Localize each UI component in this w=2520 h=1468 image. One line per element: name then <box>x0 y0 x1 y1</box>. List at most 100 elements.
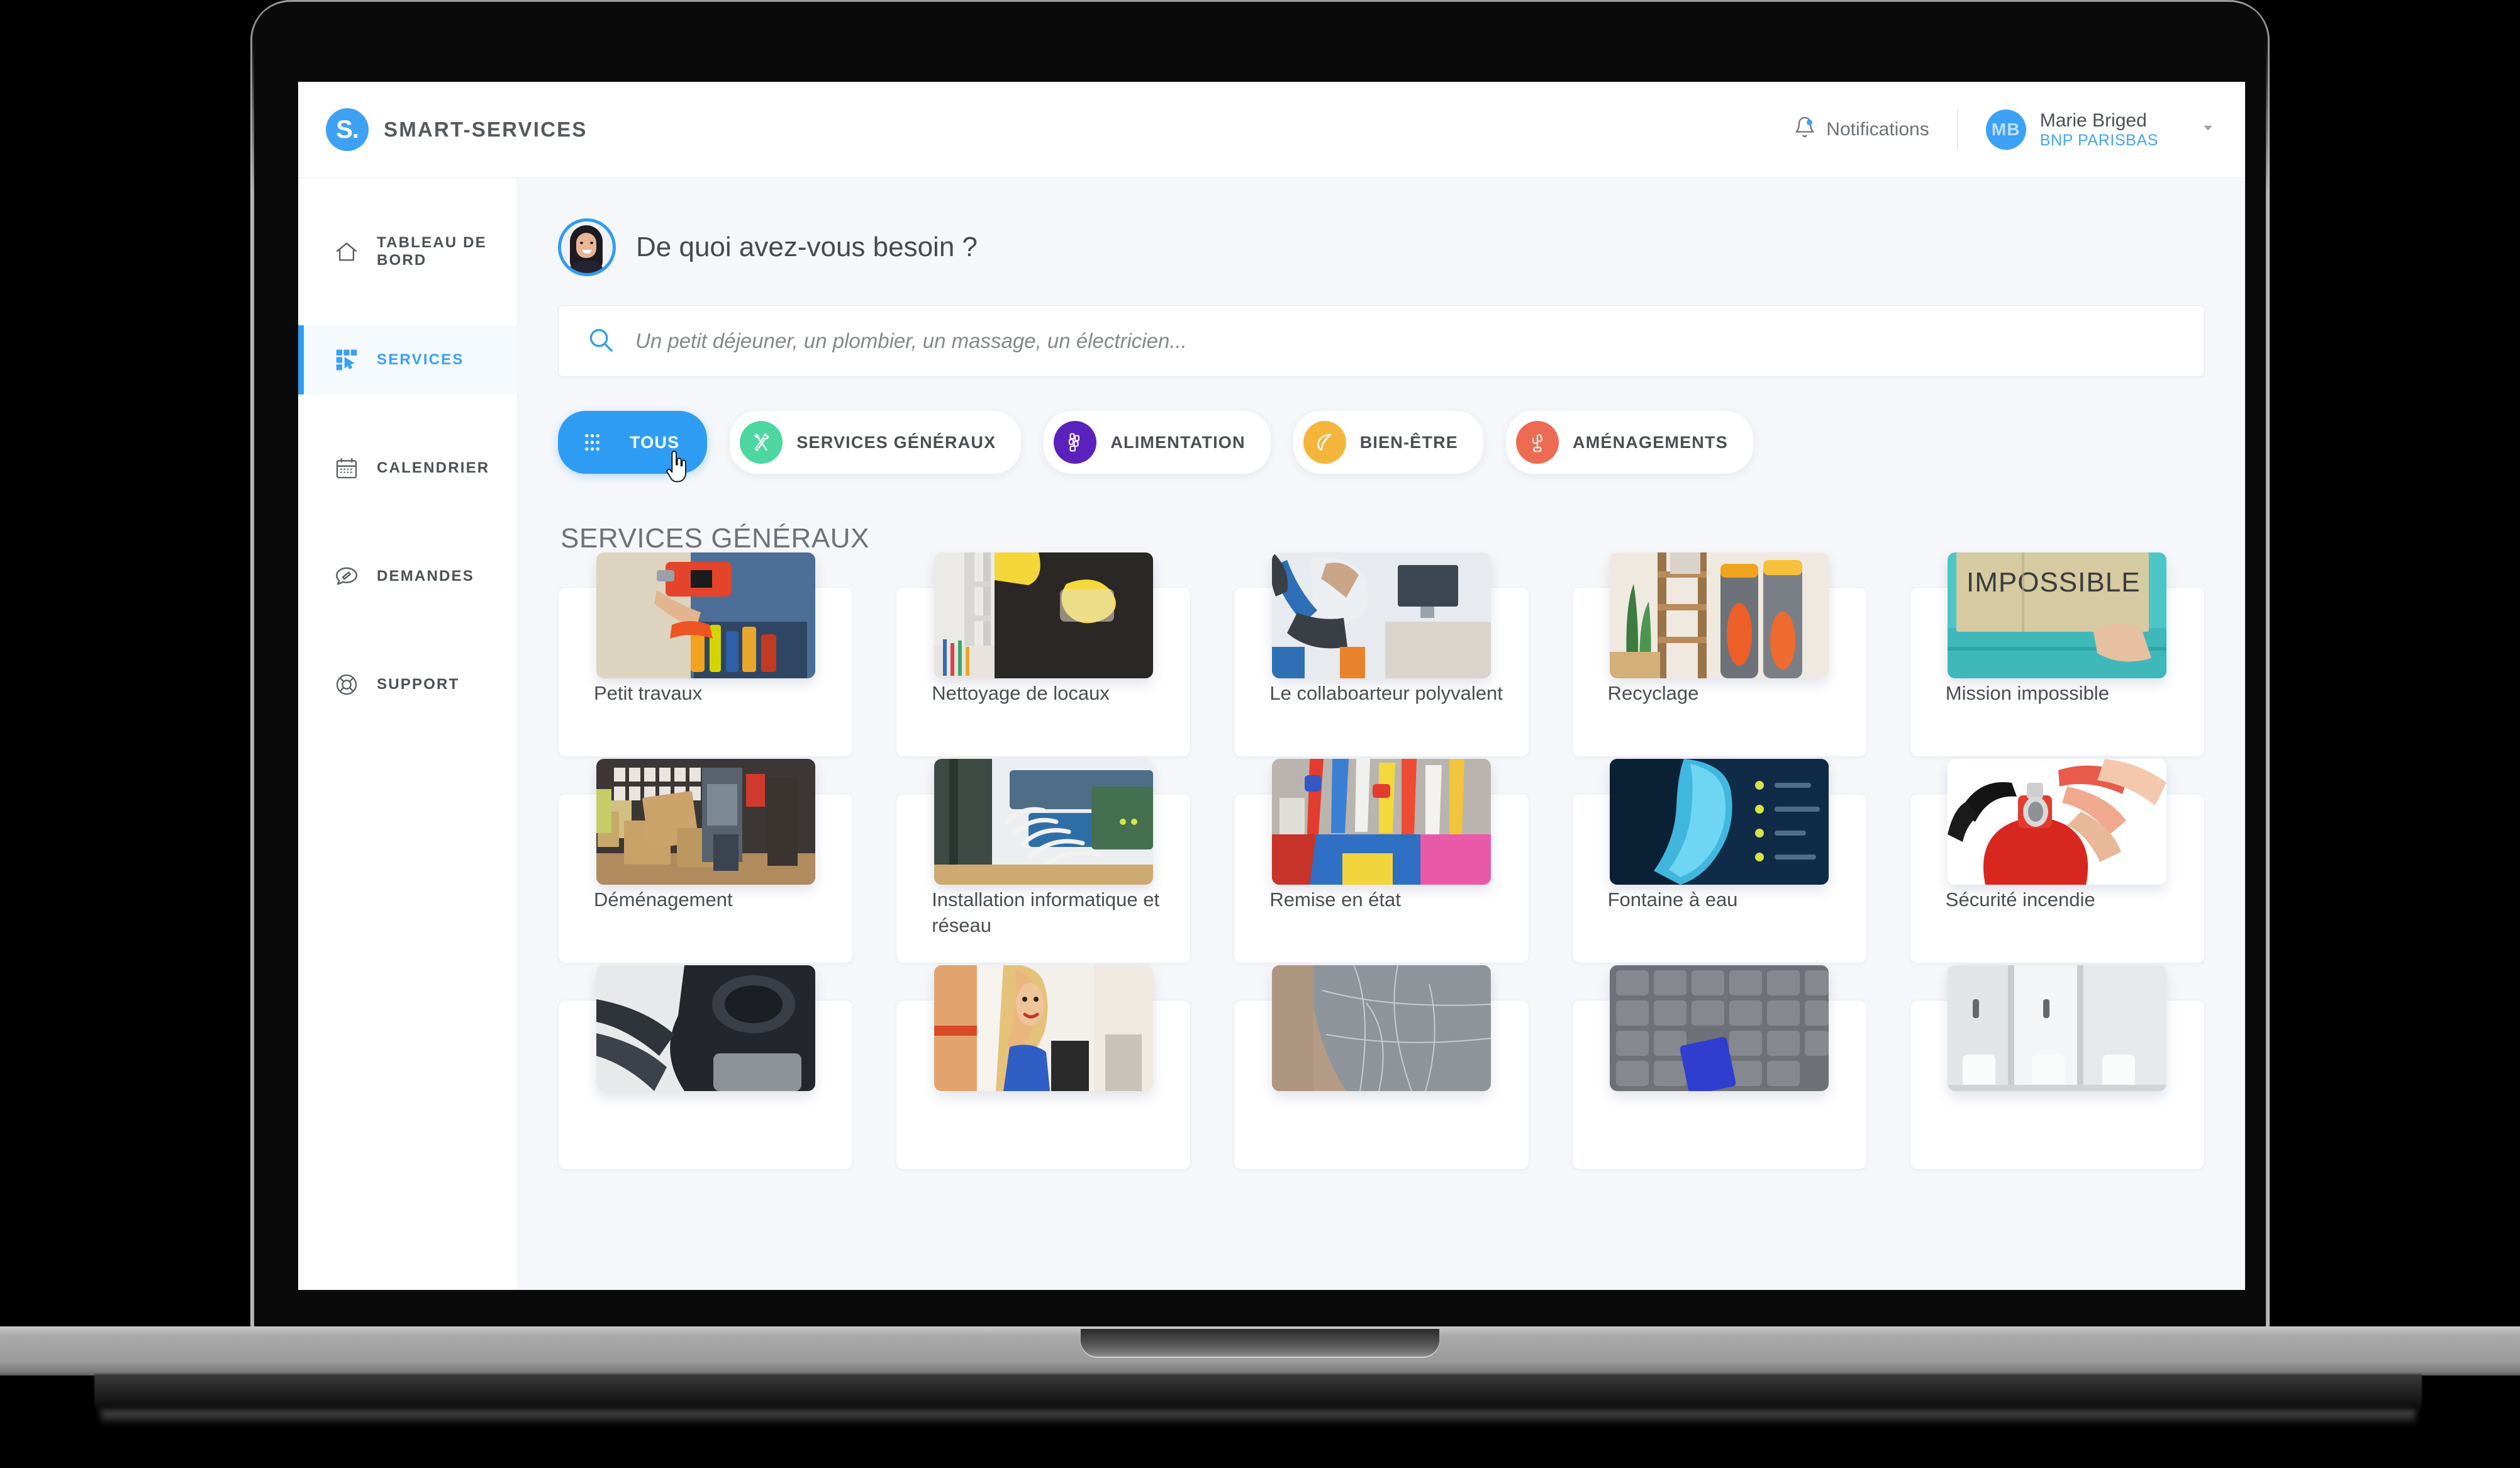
bell-icon <box>1793 116 1816 143</box>
category-label: TOUS <box>630 432 680 452</box>
sidebar-item-label: CALENDRIER <box>377 459 490 476</box>
service-card[interactable] <box>1909 965 2205 1170</box>
service-card[interactable] <box>1571 965 1867 1170</box>
service-thumbnail <box>1271 965 1491 1091</box>
sidebar: TABLEAU DE BORD SERVICES CALENDRIER DEMA… <box>298 178 518 1290</box>
service-thumbnail <box>1610 759 1829 885</box>
service-card-grid-partial <box>558 965 2205 1170</box>
service-card[interactable] <box>558 965 854 1170</box>
service-thumbnail <box>1610 552 1829 678</box>
category-filter-row: TOUS SERVICES GÉNÉRAUX ALIMENTATION BIEN… <box>558 411 2205 483</box>
sidebar-item-tableau-de-bord[interactable]: TABLEAU DE BORD <box>298 217 517 286</box>
service-card-grid: Déménagement Installation informatique e… <box>558 759 2205 963</box>
notifications-label: Notifications <box>1826 119 1929 140</box>
service-title: Déménagement <box>594 888 733 910</box>
category-pill-amenagements[interactable]: AMÉNAGEMENTS <box>1506 411 1753 474</box>
application-window: S. SMART-SERVICES Notifications MB Marie… <box>298 82 2245 1290</box>
grid-cursor-icon <box>333 346 360 374</box>
laptop-base-glow <box>101 1411 2416 1425</box>
service-title: Petit travaux <box>594 682 703 704</box>
lifebuoy-icon <box>333 671 360 698</box>
laptop-base-notch <box>1081 1329 1439 1357</box>
sidebar-item-label: SERVICES <box>377 351 464 368</box>
speech-bubble-pen-icon <box>333 563 360 590</box>
service-card[interactable]: Nettoyage de locaux <box>896 552 1191 757</box>
service-title: Fontaine à eau <box>1607 888 1738 910</box>
sidebar-item-calendrier[interactable]: CALENDRIER <box>298 434 517 503</box>
brand-logo-icon: S. <box>326 108 369 151</box>
page-title: De quoi avez-vous besoin ? <box>636 232 978 262</box>
laptop-mockup: S. SMART-SERVICES Notifications MB Marie… <box>0 0 2520 1468</box>
service-thumbnail <box>934 965 1153 1091</box>
food-stack-icon <box>1054 421 1097 464</box>
search-input[interactable] <box>634 328 2177 354</box>
service-card[interactable] <box>1234 965 1529 1170</box>
pointing-hand-cursor <box>664 450 689 484</box>
service-card[interactable]: Installation informatique et réseau <box>896 759 1191 963</box>
bezel-right-highlight <box>2266 38 2270 1328</box>
category-pill-services-generaux[interactable]: SERVICES GÉNÉRAUX <box>730 411 1022 474</box>
category-pill-alimentation[interactable]: ALIMENTATION <box>1044 411 1271 474</box>
category-pill-tous[interactable]: TOUS <box>558 411 708 483</box>
service-thumbnail <box>1271 552 1491 678</box>
service-card[interactable]: Petit travaux <box>558 552 854 757</box>
brand[interactable]: S. SMART-SERVICES <box>326 108 588 151</box>
notifications-button[interactable]: Notifications <box>1793 116 1956 143</box>
service-card[interactable]: Fontaine à eau <box>1571 759 1867 963</box>
greeting-row: De quoi avez-vous besoin ? <box>558 218 2205 276</box>
sidebar-item-label: DEMANDES <box>377 568 474 585</box>
service-title: Recyclage <box>1607 682 1699 704</box>
category-label: ALIMENTATION <box>1110 432 1246 452</box>
sidebar-item-support[interactable]: SUPPORT <box>298 650 517 719</box>
tools-icon <box>740 421 783 464</box>
main-content: De quoi avez-vous besoin ? Un petit déje… <box>518 178 2245 1290</box>
user-photo-avatar <box>558 218 616 276</box>
category-pill-bien-etre[interactable]: BIEN-ÊTRE <box>1293 411 1483 474</box>
sidebar-item-label: SUPPORT <box>377 676 460 693</box>
sidebar-item-demandes[interactable]: DEMANDES <box>298 542 517 611</box>
service-thumbnail: IMPOSSIBLE <box>1948 552 2167 678</box>
service-title: Remise en état <box>1269 888 1401 910</box>
chevron-down-icon[interactable] <box>2200 120 2216 140</box>
service-card[interactable]: Sécurité incendie <box>1909 759 2205 963</box>
service-title: Mission impossible <box>1945 682 2109 704</box>
user-name: Marie Briged <box>2039 109 2147 131</box>
bezel-left-highlight <box>250 38 254 1328</box>
service-thumbnail <box>596 965 815 1091</box>
service-card[interactable]: Le collaboarteur polyvalent <box>1234 552 1529 757</box>
service-thumbnail <box>596 759 815 885</box>
category-label: BIEN-ÊTRE <box>1359 432 1458 452</box>
user-organization: BNP PARISBAS <box>2039 131 2158 149</box>
service-thumbnail <box>1948 965 2167 1091</box>
service-title: Nettoyage de locaux <box>932 682 1110 704</box>
app-header: S. SMART-SERVICES Notifications MB Marie… <box>298 82 2245 178</box>
app-body: TABLEAU DE BORD SERVICES CALENDRIER DEMA… <box>298 178 2245 1290</box>
sidebar-item-services[interactable]: SERVICES <box>298 325 517 395</box>
service-thumbnail <box>934 759 1153 885</box>
service-card-grid: Petit travaux Nettoyage de locaux Le col… <box>558 552 2205 757</box>
service-thumbnail <box>934 552 1153 678</box>
user-menu[interactable]: MB Marie Briged BNP PARISBAS <box>1958 109 2216 150</box>
avatar: MB <box>1985 109 2026 150</box>
search-bar[interactable] <box>558 305 2205 377</box>
calendar-icon <box>333 454 360 482</box>
laptop-screen: S. SMART-SERVICES Notifications MB Marie… <box>298 82 2245 1290</box>
service-thumbnail <box>1271 759 1491 885</box>
brand-name: SMART-SERVICES <box>384 118 588 141</box>
leaf-icon <box>1303 421 1346 464</box>
service-card[interactable]: IMPOSSIBLE Mission impossible <box>1909 552 2205 757</box>
category-label: SERVICES GÉNÉRAUX <box>796 432 996 452</box>
service-card[interactable] <box>896 965 1191 1170</box>
service-thumbnail <box>1948 759 2167 885</box>
service-card[interactable]: Remise en état <box>1234 759 1529 963</box>
service-card[interactable]: Recyclage <box>1571 552 1867 757</box>
search-icon <box>586 325 615 357</box>
service-title: Installation informatique et réseau <box>932 888 1160 936</box>
service-title: Sécurité incendie <box>1945 888 2095 910</box>
service-card[interactable]: Déménagement <box>558 759 854 963</box>
svg-text:IMPOSSIBLE: IMPOSSIBLE <box>1966 567 2141 598</box>
dots-grid-icon <box>573 421 616 464</box>
service-thumbnail <box>1610 965 1829 1091</box>
section-title: SERVICES GÉNÉRAUX <box>560 523 870 554</box>
cactus-icon <box>1516 421 1559 464</box>
